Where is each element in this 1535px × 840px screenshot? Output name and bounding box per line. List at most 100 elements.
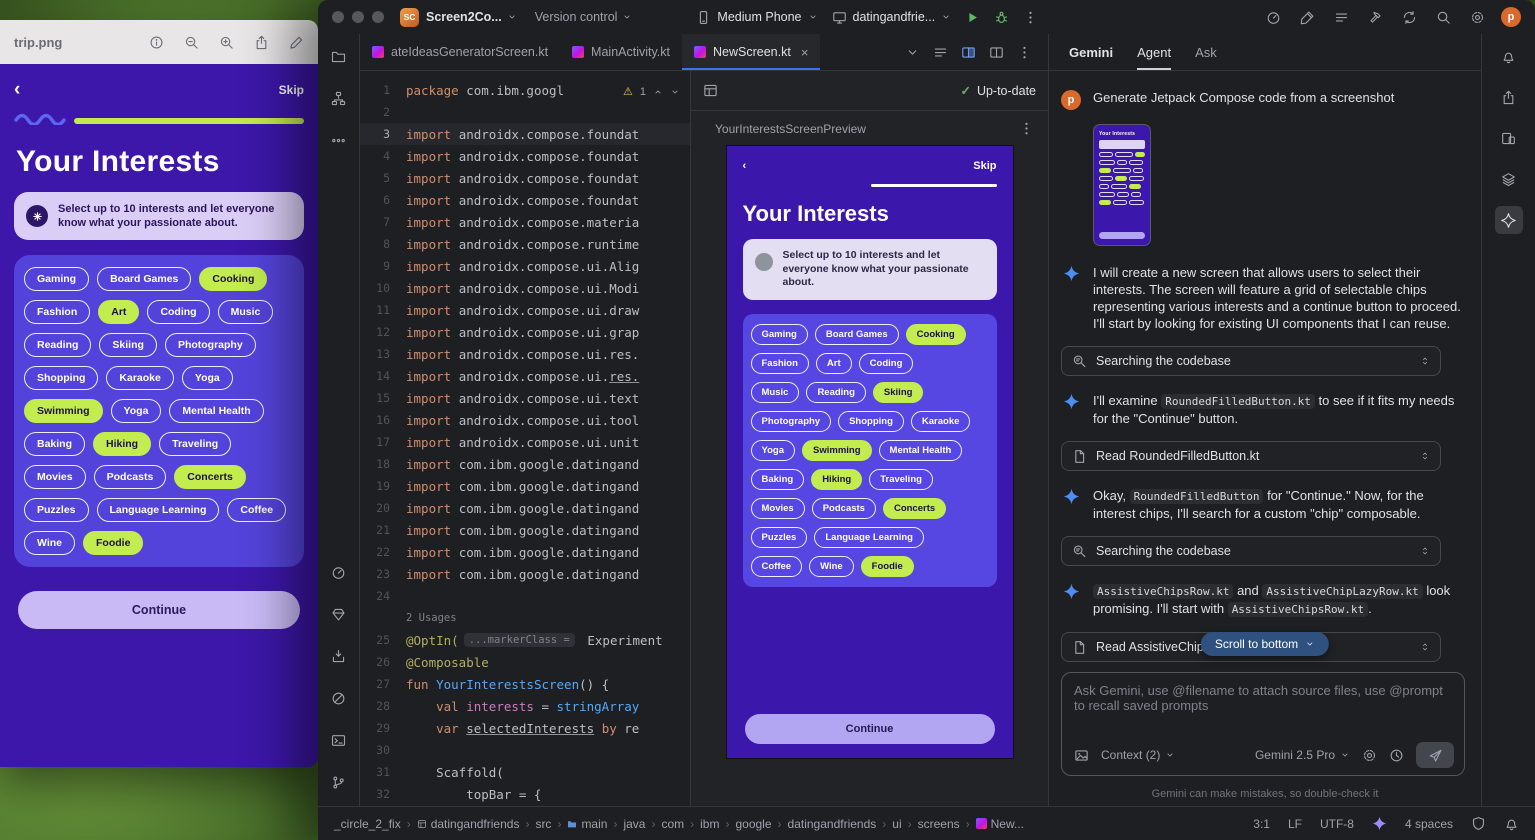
code-line[interactable]: 25@OptIn(...markerClass = Experiment — [360, 629, 690, 651]
breadcrumb-item[interactable]: google — [735, 817, 771, 831]
model-selector[interactable]: Gemini 2.5 Pro — [1255, 748, 1350, 762]
code-line[interactable]: 4import androidx.compose.foundat — [360, 145, 690, 167]
interest-chip[interactable]: Puzzles — [751, 527, 808, 548]
scroll-to-bottom-button[interactable]: Scroll to bottom — [1201, 632, 1329, 656]
breadcrumb-item[interactable]: src — [535, 817, 551, 831]
share-icon[interactable] — [254, 35, 269, 50]
settings-icon[interactable] — [1470, 10, 1485, 25]
interest-chip[interactable]: Fashion — [751, 353, 809, 374]
context-selector[interactable]: Context (2) — [1101, 748, 1175, 762]
code-line[interactable]: 13import androidx.compose.ui.res. — [360, 343, 690, 365]
expand-collapse-icon[interactable] — [1420, 642, 1430, 652]
project-tool-button[interactable] — [325, 42, 353, 70]
zoom-in-icon[interactable] — [219, 35, 234, 50]
code-line[interactable]: 23import com.ibm.google.datingand — [360, 563, 690, 585]
tool-call-card[interactable]: Searching the codebase — [1061, 346, 1441, 376]
interest-chip[interactable]: Skiing — [873, 382, 924, 403]
interest-chip[interactable]: Movies — [751, 498, 805, 519]
interest-chip[interactable]: Baking — [751, 469, 805, 490]
vcs-widget[interactable]: Version control — [535, 10, 633, 24]
gemini-conversation[interactable]: pGenerate Jetpack Compose code from a sc… — [1049, 71, 1481, 666]
breadcrumb-item[interactable]: ui — [892, 817, 901, 831]
screenshot-thumbnail[interactable]: Your Interests — [1093, 124, 1151, 246]
editor-tab[interactable]: ateIdeasGeneratorScreen.kt — [360, 34, 560, 70]
search-icon[interactable] — [1436, 10, 1451, 25]
back-chevron-icon[interactable]: ‹ — [743, 160, 747, 172]
interest-chip[interactable]: Traveling — [869, 469, 933, 490]
code-line[interactable]: 32 topBar = { — [360, 783, 690, 805]
code-line[interactable]: 21import com.ibm.google.datingand — [360, 519, 690, 541]
layers-tool-button[interactable] — [1495, 165, 1523, 193]
code-line[interactable]: 3import androidx.compose.foundat — [360, 123, 690, 145]
preview-options-icon[interactable] — [1019, 121, 1034, 136]
interest-chip[interactable]: Coding — [859, 353, 914, 374]
close-button[interactable] — [332, 11, 344, 23]
markup-icon[interactable] — [289, 35, 304, 50]
interest-chip[interactable]: Karaoke — [911, 411, 971, 432]
profile-avatar[interactable]: p — [1501, 7, 1521, 27]
code-line[interactable]: 12import androidx.compose.ui.grap — [360, 321, 690, 343]
interest-chip[interactable]: Coffee — [751, 556, 803, 577]
indent-indicator[interactable]: 4 spaces — [1405, 817, 1453, 831]
code-line[interactable]: 29 var selectedInterests by re — [360, 717, 690, 739]
code-line[interactable]: 26@Composable — [360, 651, 690, 673]
breadcrumb-item[interactable]: java — [623, 817, 645, 831]
code-line[interactable]: 30 — [360, 739, 690, 761]
sync-icon[interactable] — [1402, 10, 1417, 25]
next-problem-icon[interactable] — [670, 87, 680, 97]
interest-chip[interactable]: Gaming — [751, 324, 808, 345]
interest-chip[interactable]: Podcasts — [812, 498, 876, 519]
more-actions-icon[interactable] — [1023, 10, 1038, 25]
interest-chip[interactable]: Swimming — [802, 440, 872, 461]
preview-name[interactable]: YourInterestsScreenPreview — [715, 122, 866, 136]
code-line[interactable]: 6import androidx.compose.foundat — [360, 189, 690, 211]
breadcrumb-item[interactable]: datingandfriends — [788, 817, 877, 831]
interest-chip[interactable]: Art — [816, 353, 852, 374]
code-line[interactable]: 9import androidx.compose.ui.Alig — [360, 255, 690, 277]
device-selector[interactable]: Medium Phone — [696, 10, 817, 25]
list-icon[interactable] — [933, 45, 948, 60]
more-tool-button[interactable] — [325, 126, 353, 154]
code-line[interactable]: 24 — [360, 585, 690, 607]
split-accent-icon[interactable] — [961, 45, 976, 60]
run-button[interactable] — [965, 10, 980, 25]
share-tool-button[interactable] — [1495, 83, 1523, 111]
resource-manager-tool-button[interactable] — [325, 600, 353, 628]
split-icon[interactable] — [989, 45, 1004, 60]
code-line[interactable]: 16import androidx.compose.ui.tool — [360, 409, 690, 431]
gemini-settings-icon[interactable] — [1362, 748, 1377, 763]
skip-label[interactable]: Skip — [973, 160, 996, 172]
attach-image-icon[interactable] — [1074, 748, 1089, 763]
send-button[interactable] — [1416, 742, 1454, 768]
running-devices-tool-button[interactable] — [1495, 124, 1523, 152]
interest-chip[interactable]: Wine — [809, 556, 854, 577]
build-status[interactable]: ✓ Up-to-date — [960, 83, 1036, 98]
interest-chip[interactable]: Foodie — [861, 556, 914, 577]
preview-layout-icon[interactable] — [703, 83, 718, 98]
interest-chip[interactable]: Hiking — [811, 469, 862, 490]
interest-chip[interactable]: Music — [751, 382, 800, 403]
lock-icon[interactable] — [1471, 816, 1486, 831]
code-line[interactable]: 19import com.ibm.google.datingand — [360, 475, 690, 497]
interest-chip[interactable]: Board Games — [815, 324, 899, 345]
expand-collapse-icon[interactable] — [1420, 451, 1430, 461]
usages-inlay-hint[interactable]: 2 Usages — [406, 612, 457, 624]
zoom-button[interactable] — [372, 11, 384, 23]
ai-actions-icon[interactable] — [1300, 10, 1315, 25]
tool-call-card[interactable]: Searching the codebase — [1061, 536, 1441, 566]
close-tab-icon[interactable]: × — [801, 45, 809, 60]
line-ending-indicator[interactable]: LF — [1288, 817, 1302, 831]
interest-chip[interactable]: Concerts — [883, 498, 946, 519]
breadcrumb-item[interactable]: _circle_2_fix — [334, 817, 401, 831]
history-icon[interactable] — [1389, 748, 1404, 763]
gemini-tool-button[interactable] — [1495, 206, 1523, 234]
code-line[interactable]: 18import com.ibm.google.datingand — [360, 453, 690, 475]
interest-chip[interactable]: Cooking — [906, 324, 966, 345]
ai-spark-icon[interactable] — [1372, 816, 1387, 831]
commit-tool-button[interactable] — [325, 84, 353, 112]
inspections-widget[interactable]: ⚠1 — [619, 83, 684, 100]
editor-tab[interactable]: MainActivity.kt — [560, 34, 682, 70]
breadcrumb-item[interactable]: com — [661, 817, 684, 831]
breadcrumb-item[interactable]: screens — [918, 817, 960, 831]
code-line[interactable]: 2 Usages — [360, 607, 690, 629]
